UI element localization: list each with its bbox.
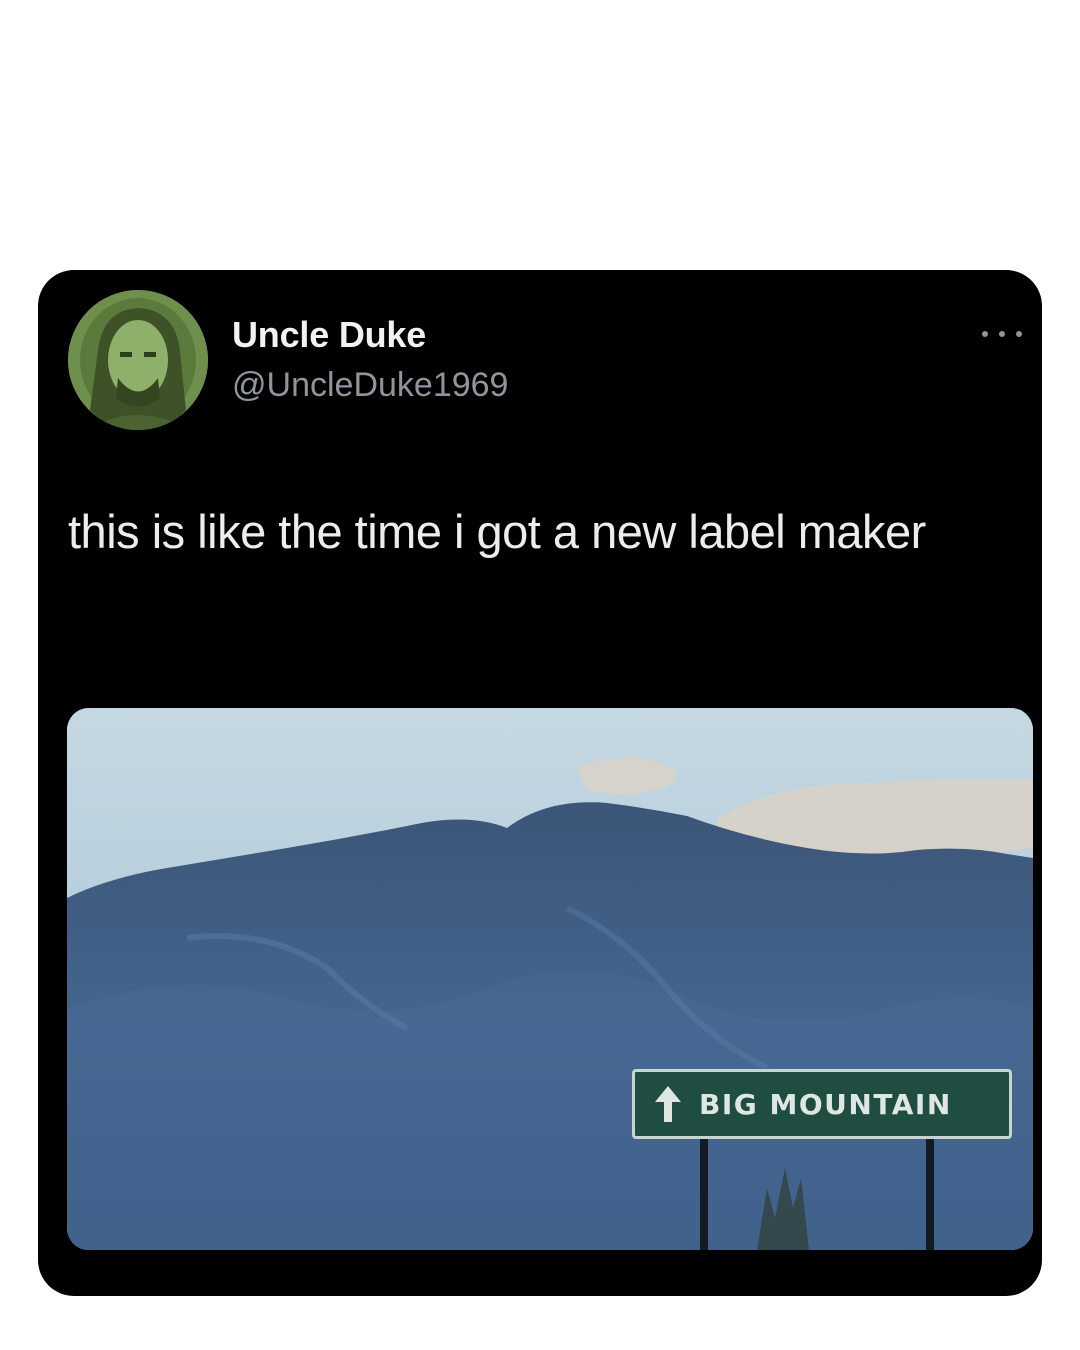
tweet-text: this is like the time i got a new label … <box>68 505 926 558</box>
display-name[interactable]: Uncle Duke <box>232 314 426 356</box>
avatar[interactable] <box>68 290 208 430</box>
sign-text: BIG MOUNTAIN <box>699 1087 952 1121</box>
sign-post-right <box>926 1138 934 1250</box>
tweet-media-image[interactable]: BIG MOUNTAIN <box>67 708 1033 1250</box>
more-horizontal-icon <box>1016 331 1022 337</box>
sign-post-left <box>700 1138 708 1250</box>
more-horizontal-icon <box>999 331 1005 337</box>
user-handle[interactable]: @UncleDuke1969 <box>232 366 508 405</box>
road-sign: BIG MOUNTAIN <box>632 1069 1012 1139</box>
avatar-image <box>68 290 208 430</box>
up-arrow-icon <box>655 1086 681 1122</box>
tweet-card[interactable]: Uncle Duke @UncleDuke1969 this is like t… <box>38 270 1042 1296</box>
more-options-button[interactable] <box>982 324 1022 344</box>
more-horizontal-icon <box>982 331 988 337</box>
mountain-photo <box>67 708 1033 1250</box>
